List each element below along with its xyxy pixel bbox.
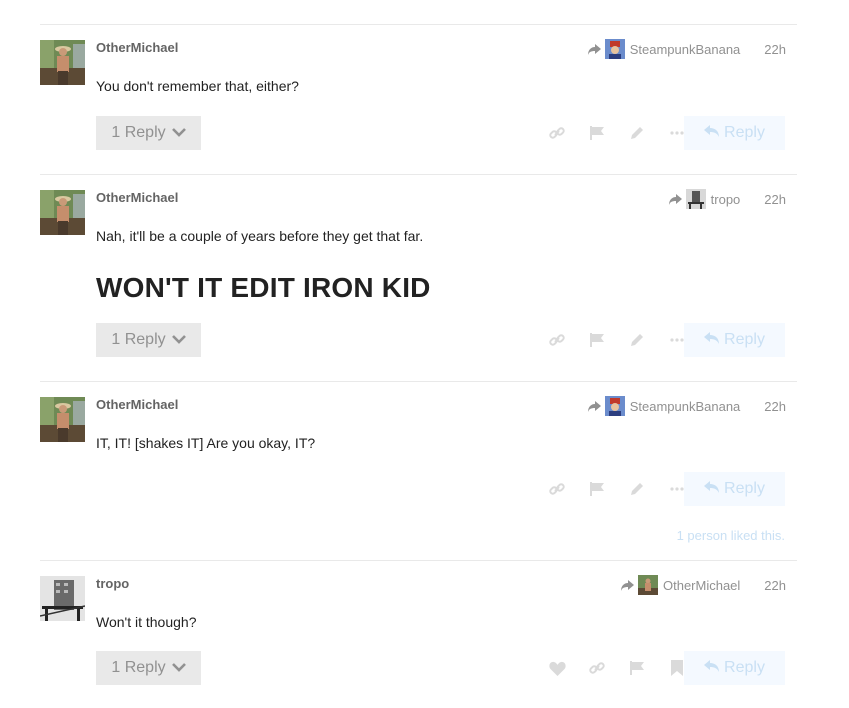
reply-to-arrow-icon: [620, 579, 634, 591]
post-text: Nah, it'll be a couple of years before t…: [96, 228, 424, 244]
reply-button[interactable]: Reply: [684, 116, 785, 150]
post-meta: OtherMichael 22h: [620, 575, 786, 595]
post-meta: tropo 22h: [668, 189, 786, 209]
username[interactable]: OtherMichael: [96, 190, 178, 205]
reply-button-label: Reply: [724, 480, 765, 497]
reply-button[interactable]: Reply: [684, 323, 785, 357]
post: OtherMichael SteampunkBanana 22h You don…: [40, 24, 797, 175]
reply-to-arrow-icon: [668, 193, 682, 205]
username[interactable]: OtherMichael: [96, 397, 178, 412]
post-date[interactable]: 22h: [764, 578, 786, 593]
post-actions: [537, 651, 697, 685]
pencil-icon[interactable]: [617, 323, 657, 357]
reply-to-username[interactable]: SteampunkBanana: [630, 42, 741, 57]
reply-to-avatar[interactable]: [685, 189, 706, 209]
replies-count-label: 1 Reply: [111, 659, 166, 676]
chevron-down-icon: [171, 659, 186, 677]
post-actions: [537, 116, 697, 150]
reply-to-username[interactable]: tropo: [711, 192, 741, 207]
post-date[interactable]: 22h: [764, 399, 786, 414]
likes-summary[interactable]: 1 person liked this.: [677, 528, 785, 543]
reply-arrow-icon: [704, 480, 720, 498]
reply-to-avatar[interactable]: [637, 575, 658, 595]
pencil-icon[interactable]: [617, 116, 657, 150]
flag-icon[interactable]: [617, 651, 657, 685]
reply-button[interactable]: Reply: [684, 651, 785, 685]
user-avatar[interactable]: [40, 190, 85, 235]
chevron-down-icon: [171, 331, 186, 349]
reply-arrow-icon: [704, 331, 720, 349]
post: OtherMichael SteampunkBanana 22h IT, IT!…: [40, 381, 797, 561]
post-meta: SteampunkBanana 22h: [587, 39, 786, 59]
user-avatar[interactable]: [40, 40, 85, 85]
reply-button-label: Reply: [724, 331, 765, 348]
replies-count-label: 1 Reply: [111, 331, 166, 348]
flag-icon[interactable]: [577, 116, 617, 150]
post-date[interactable]: 22h: [764, 42, 786, 57]
post: OtherMichael tropo 22h Nah, it'll be a c…: [40, 174, 797, 382]
heart-icon[interactable]: [537, 651, 577, 685]
username[interactable]: OtherMichael: [96, 40, 178, 55]
post-actions: [537, 472, 697, 506]
reply-button-label: Reply: [724, 124, 765, 141]
link-icon[interactable]: [577, 651, 617, 685]
reply-button-label: Reply: [724, 659, 765, 676]
username[interactable]: tropo: [96, 576, 129, 591]
pencil-icon[interactable]: [617, 472, 657, 506]
post: tropo OtherMichael 22h Won't it though? …: [40, 560, 797, 708]
post-heading: WON'T IT EDIT IRON KID: [96, 272, 431, 303]
reply-to-username[interactable]: OtherMichael: [663, 578, 740, 593]
reply-to-arrow-icon: [587, 43, 601, 55]
post-actions: [537, 323, 697, 357]
reply-to-arrow-icon: [587, 400, 601, 412]
reply-button[interactable]: Reply: [684, 472, 785, 506]
link-icon[interactable]: [537, 323, 577, 357]
reply-arrow-icon: [704, 659, 720, 677]
user-avatar[interactable]: [40, 576, 85, 621]
reply-to-username[interactable]: SteampunkBanana: [630, 399, 741, 414]
post-text: Won't it though?: [96, 614, 197, 630]
link-icon[interactable]: [537, 472, 577, 506]
show-replies-button[interactable]: 1 Reply: [96, 116, 201, 150]
reply-to-avatar[interactable]: [604, 39, 625, 59]
post-text: You don't remember that, either?: [96, 78, 299, 94]
user-avatar[interactable]: [40, 397, 85, 442]
reply-to-avatar[interactable]: [604, 396, 625, 416]
flag-icon[interactable]: [577, 472, 617, 506]
flag-icon[interactable]: [577, 323, 617, 357]
post-meta: SteampunkBanana 22h: [587, 396, 786, 416]
chevron-down-icon: [171, 124, 186, 142]
replies-count-label: 1 Reply: [111, 124, 166, 141]
show-replies-button[interactable]: 1 Reply: [96, 323, 201, 357]
post-text: IT, IT! [shakes IT] Are you okay, IT?: [96, 435, 316, 451]
post-date[interactable]: 22h: [764, 192, 786, 207]
link-icon[interactable]: [537, 116, 577, 150]
reply-arrow-icon: [704, 124, 720, 142]
show-replies-button[interactable]: 1 Reply: [96, 651, 201, 685]
